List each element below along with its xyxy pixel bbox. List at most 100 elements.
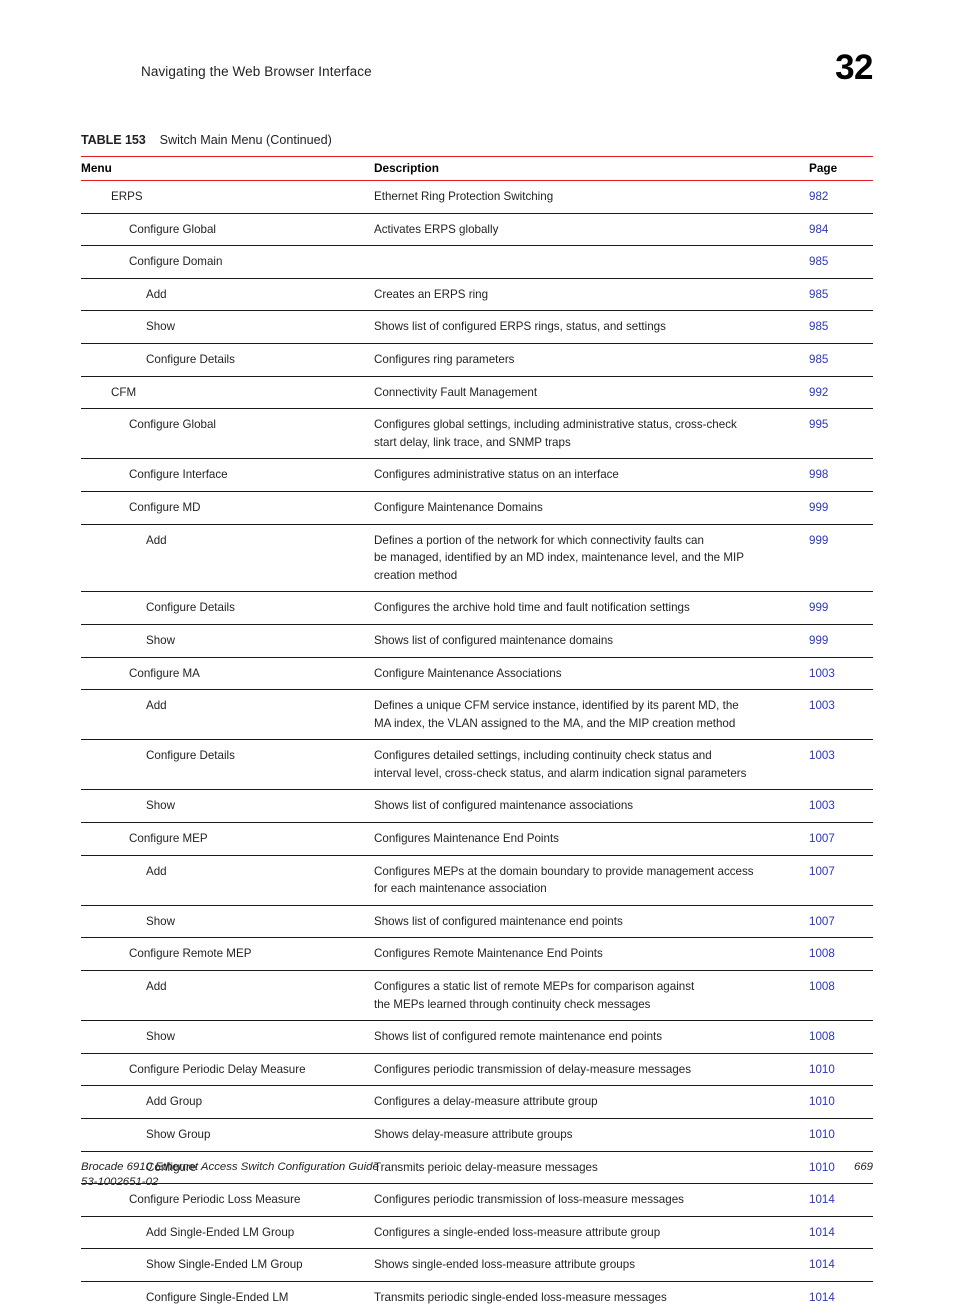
description-line: Ethernet Ring Protection Switching bbox=[374, 190, 554, 203]
cell-page-link[interactable]: 1014 bbox=[790, 1216, 873, 1250]
cell-menu: Show bbox=[81, 1020, 368, 1054]
cell-page-link[interactable]: 995 bbox=[790, 408, 873, 460]
table-row: Show Shows list of configured maintenance… bbox=[81, 624, 873, 658]
description-line: Configures ring parameters bbox=[374, 352, 515, 366]
cell-description: Shows single-ended loss-measure attribut… bbox=[368, 1248, 790, 1282]
description-line: Configures a static list of remote MEPs … bbox=[374, 980, 695, 994]
description-line: Configures periodic transmission of dela… bbox=[374, 1062, 692, 1076]
description-line: Shows list of configured maintenance end… bbox=[374, 914, 623, 928]
table-row: Configure Details Configures ring paramet… bbox=[81, 343, 873, 377]
cell-description: Shows delay-measure attribute groups bbox=[368, 1118, 790, 1152]
description-line: Transmits periodic single-ended loss-mea… bbox=[374, 1290, 667, 1304]
cell-menu: Show Group bbox=[81, 1118, 368, 1152]
cell-description: Configures global settings, including ad… bbox=[368, 408, 790, 460]
cell-page-link[interactable]: 1007 bbox=[790, 855, 873, 906]
description-line: Configures the archive hold time and fau… bbox=[374, 601, 690, 615]
cell-menu: Configure MEP bbox=[81, 822, 368, 856]
cell-page-link[interactable]: 985 bbox=[790, 278, 873, 312]
table-row: Configure Global Configures global settin… bbox=[81, 408, 873, 460]
description-line: Configures Maintenance End Points bbox=[374, 832, 559, 846]
cell-description: Transmits periodic single-ended loss-mea… bbox=[368, 1281, 790, 1313]
table-row: Configure Domain 985 bbox=[81, 245, 873, 279]
cell-description: Configures periodic transmission of loss… bbox=[368, 1183, 790, 1217]
description-line: Configures detailed settings, including … bbox=[374, 749, 712, 763]
cell-page-link[interactable]: 999 bbox=[790, 491, 873, 525]
cell-description: Configures MEPs at the domain boundary t… bbox=[368, 855, 790, 906]
description-line: Shows single-ended loss-measure attribut… bbox=[374, 1258, 636, 1272]
cell-description: Shows list of configured maintenance end… bbox=[368, 905, 790, 939]
cell-menu: Configure Details bbox=[81, 343, 368, 377]
cell-page-link[interactable]: 1008 bbox=[790, 937, 873, 972]
description-line: Shows list of configured maintenance ass… bbox=[374, 799, 634, 813]
table-row: Show Group Shows delay-measure attribute … bbox=[81, 1118, 873, 1152]
cell-description: Configure Maintenance Associations bbox=[368, 657, 790, 691]
table-row: Show Shows list of configured maintenance… bbox=[81, 905, 873, 939]
table-row: Configure Global Activates ERPS globally 9… bbox=[81, 213, 873, 247]
cell-description: Configure Maintenance Domains bbox=[368, 491, 790, 525]
cell-page-link[interactable]: 999 bbox=[790, 591, 873, 625]
cell-page-link[interactable]: 1007 bbox=[790, 905, 873, 939]
cell-menu: Configure Periodic Delay Measure bbox=[81, 1053, 368, 1087]
description-line: Defines a unique CFM service instance, i… bbox=[374, 699, 739, 713]
chapter-number: 32 bbox=[835, 48, 873, 87]
cell-page-link[interactable]: 982 bbox=[790, 180, 873, 214]
cell-page-link[interactable]: 984 bbox=[790, 213, 873, 247]
description-line: Transmits perioic delay-measure messages bbox=[374, 1160, 598, 1174]
description-line: be managed, identified by an MD index, m… bbox=[374, 551, 744, 565]
cell-description: Creates an ERPS ring bbox=[368, 278, 790, 312]
table-row: Add Configures MEPs at the domain boundar… bbox=[81, 855, 873, 906]
cell-page-link[interactable]: 1014 bbox=[790, 1248, 873, 1282]
cell-page-link[interactable]: 1014 bbox=[790, 1281, 873, 1313]
cell-description: Configures administrative status on an i… bbox=[368, 458, 790, 492]
cell-page-link[interactable]: 992 bbox=[790, 376, 873, 410]
switch-main-menu-table: Menu Description Page ERPS Ethernet Ring … bbox=[81, 156, 873, 1314]
cell-page-link[interactable]: 985 bbox=[790, 310, 873, 344]
table-row: Configure Single-Ended LM Transmits perio… bbox=[81, 1281, 873, 1313]
cell-page-link[interactable]: 1008 bbox=[790, 970, 873, 1022]
cell-page-link[interactable]: 998 bbox=[790, 458, 873, 492]
cell-page-link[interactable]: 1003 bbox=[790, 689, 873, 741]
cell-page-link[interactable]: 1008 bbox=[790, 1020, 873, 1054]
cell-description: Configures the archive hold time and fau… bbox=[368, 591, 790, 625]
cell-menu: Show bbox=[81, 310, 368, 344]
cell-page-link[interactable]: 985 bbox=[790, 343, 873, 377]
cell-page-link[interactable]: 1007 bbox=[790, 822, 873, 856]
cell-page-link[interactable]: 985 bbox=[790, 245, 873, 279]
table-header: Menu Description Page bbox=[81, 156, 873, 181]
table-row: Configure Remote MEP Configures Remote Ma… bbox=[81, 937, 873, 972]
footer-guide-title: Brocade 6910 Ethernet Access Switch Conf… bbox=[81, 1161, 379, 1173]
cell-page-link[interactable]: 1014 bbox=[790, 1183, 873, 1217]
cell-description: Configures Maintenance End Points bbox=[368, 822, 790, 856]
column-header-description: Description bbox=[368, 156, 790, 181]
cell-description: Configures a single-ended loss-measure a… bbox=[368, 1216, 790, 1250]
cell-page-link[interactable]: 1010 bbox=[790, 1085, 873, 1119]
cell-description: Transmits perioic delay-measure messages bbox=[368, 1151, 790, 1185]
cell-menu: Configure Domain bbox=[81, 245, 368, 279]
description-line: Configure Maintenance Associations bbox=[374, 666, 562, 680]
cell-page-link[interactable]: 1010 bbox=[790, 1053, 873, 1087]
description-line: Defines a portion of the network for whi… bbox=[374, 533, 704, 547]
cell-menu: Add bbox=[81, 689, 368, 741]
cell-menu: Show bbox=[81, 905, 368, 939]
cell-menu: Configure Interface bbox=[81, 458, 368, 492]
cell-menu: Add bbox=[81, 970, 368, 1022]
description-line: Configures a single-ended loss-measure a… bbox=[374, 1225, 661, 1239]
description-line: Connectivity Fault Management bbox=[374, 385, 538, 399]
cell-page-link[interactable]: 1003 bbox=[790, 657, 873, 691]
cell-page-link[interactable]: 999 bbox=[790, 624, 873, 658]
cell-page-link[interactable]: 1010 bbox=[790, 1118, 873, 1152]
cell-page-link[interactable]: 1003 bbox=[790, 789, 873, 824]
footer-page-number: 669 bbox=[853, 1161, 873, 1173]
table-header-row: Menu Description Page bbox=[81, 156, 873, 181]
cell-description: Activates ERPS globally bbox=[368, 213, 790, 247]
cell-page-link[interactable]: 999 bbox=[790, 524, 873, 593]
cell-menu: Add Single-Ended LM Group bbox=[81, 1216, 368, 1250]
description-line: Activates ERPS globally bbox=[374, 222, 499, 236]
table-row: Add Single-Ended LM Group Configures a si… bbox=[81, 1216, 873, 1250]
cell-page-link[interactable]: 1003 bbox=[790, 739, 873, 791]
cell-description: Configures Remote Maintenance End Points bbox=[368, 937, 790, 972]
cell-menu: Add bbox=[81, 278, 368, 312]
cell-menu: Add bbox=[81, 524, 368, 593]
description-line: Configures Remote Maintenance End Points bbox=[374, 947, 603, 961]
description-line: Configures global settings, including ad… bbox=[374, 418, 737, 432]
